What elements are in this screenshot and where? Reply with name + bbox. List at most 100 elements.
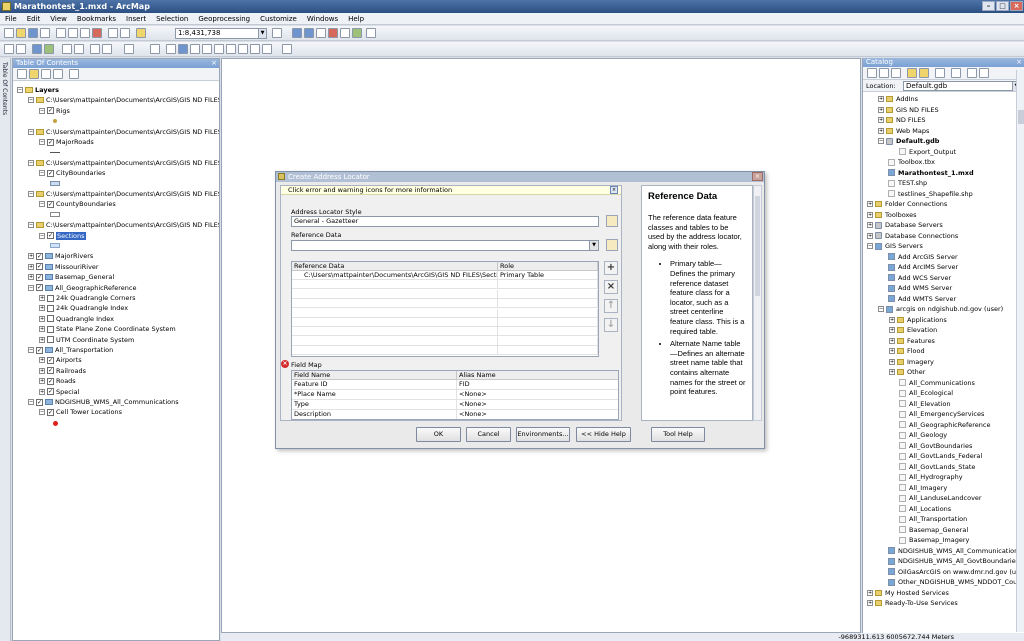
close-icon[interactable]: × — [1016, 58, 1022, 67]
catalog-item[interactable]: + Database Connections — [867, 231, 958, 241]
open-folder-icon[interactable] — [606, 239, 618, 251]
catalog-item[interactable]: Add WCS Server — [878, 273, 951, 283]
toc-row[interactable]: − C:\Users\mattpainter\Documents\ArcGIS\G… — [28, 127, 219, 137]
list-by-selection-icon[interactable] — [53, 69, 63, 79]
expand-toggle-icon[interactable]: + — [878, 127, 884, 134]
table-cell[interactable]: Primary Table — [498, 271, 598, 280]
table-cell[interactable] — [292, 280, 498, 290]
catalog-item[interactable]: OilGasArcGIS on www.dmr.nd.gov (use — [878, 567, 1023, 577]
expand-toggle-icon[interactable]: + — [39, 388, 45, 395]
expand-toggle-icon[interactable]: + — [39, 305, 45, 312]
layer-checkbox[interactable]: ✓ — [47, 138, 54, 146]
table-cell[interactable] — [292, 336, 498, 346]
expand-toggle-icon[interactable]: + — [39, 295, 45, 301]
layer-checkbox[interactable]: ✓ — [36, 398, 43, 406]
toc-row[interactable]: + ✓ Basemap_General — [28, 272, 114, 282]
catalog-item[interactable]: All_Transportation — [889, 514, 967, 524]
toc-row[interactable]: − C:\Users\mattpainter\Documents\ArcGIS\G… — [28, 158, 219, 168]
expand-toggle-icon[interactable]: + — [878, 117, 884, 123]
layer-label[interactable]: Cell Tower Locations — [56, 408, 122, 416]
layer-label[interactable]: C:\Users\mattpainter\Documents\ArcGIS\GI… — [46, 96, 219, 104]
map-scale-combo[interactable]: 1:8,431,738 ▼ — [175, 28, 267, 39]
close-icon[interactable]: × — [610, 186, 618, 194]
move-up-button[interactable]: ↑ — [604, 299, 618, 313]
environments-button[interactable]: Environments... — [516, 427, 570, 442]
search-window-icon[interactable] — [316, 28, 326, 38]
layer-label[interactable]: 24k Quadrangle Corners — [56, 294, 135, 302]
toc-row[interactable]: − ✓ Sections — [39, 231, 86, 241]
save-icon[interactable] — [28, 28, 38, 38]
open-icon[interactable] — [16, 28, 26, 38]
help-scrollbar[interactable] — [753, 185, 762, 421]
minimize-button[interactable]: – — [982, 1, 995, 11]
list-by-drawing-order-icon[interactable] — [17, 69, 27, 79]
layer-label[interactable]: CityBoundaries — [56, 169, 105, 177]
expand-toggle-icon[interactable]: − — [28, 399, 34, 405]
expand-toggle-icon[interactable]: + — [889, 348, 895, 354]
add-row-button[interactable]: + — [604, 261, 618, 275]
cancel-button[interactable]: Cancel — [466, 427, 511, 442]
back-extent-icon[interactable] — [90, 44, 100, 54]
modelbuilder-icon[interactable] — [352, 28, 362, 38]
location-combo[interactable]: Default.gdb ▼ — [903, 81, 1021, 91]
selected-layer-label[interactable]: Sections — [56, 231, 86, 240]
catalog-item[interactable]: testlines_Shapefile.shp — [878, 189, 973, 199]
toc-row[interactable]: − ✓ NDGISHUB_WMS_All_Communications — [28, 397, 179, 407]
zoom-in-icon[interactable] — [4, 44, 14, 54]
layer-checkbox[interactable] — [47, 315, 54, 323]
catalog-item[interactable]: Marathontest_1.mxd — [878, 168, 974, 178]
expand-toggle-icon[interactable]: − — [28, 347, 34, 353]
layer-label[interactable]: C:\Users\mattpainter\Documents\ArcGIS\GI… — [46, 190, 219, 198]
select-elements-icon[interactable] — [166, 44, 176, 54]
table-cell[interactable] — [292, 289, 498, 299]
catalog-item[interactable]: + Toolboxes — [867, 210, 917, 220]
expand-toggle-icon[interactable]: − — [39, 170, 45, 177]
layer-checkbox[interactable]: ✓ — [36, 252, 43, 260]
redo-icon[interactable] — [120, 28, 130, 38]
expand-toggle-icon[interactable]: + — [889, 316, 895, 323]
menu-edit[interactable]: Edit — [22, 13, 46, 25]
menu-insert[interactable]: Insert — [121, 13, 151, 25]
catalog-item[interactable]: + AddIns — [878, 94, 918, 104]
toc-row[interactable]: + ✓ Roads — [39, 376, 76, 386]
expand-toggle-icon[interactable]: + — [889, 369, 895, 375]
catalog-item[interactable]: + Folder Connections — [867, 199, 947, 209]
table-cell[interactable] — [292, 299, 498, 309]
open-folder-icon[interactable] — [606, 215, 618, 227]
layer-checkbox[interactable]: ✓ — [36, 263, 43, 271]
views-icon[interactable] — [951, 68, 961, 78]
arctoolbox-icon[interactable] — [328, 28, 338, 38]
layer-label[interactable]: MajorRivers — [55, 252, 93, 260]
up-one-level-icon[interactable] — [891, 68, 901, 78]
catalog-item[interactable]: + ND FILES — [878, 115, 925, 125]
catalog-item[interactable]: + My Hosted Services — [867, 588, 949, 598]
expand-toggle-icon[interactable]: − — [28, 222, 34, 229]
layer-label[interactable]: State Plane Zone Coordinate System — [56, 325, 176, 333]
layer-checkbox[interactable]: ✓ — [47, 408, 54, 416]
close-icon[interactable]: × — [211, 59, 217, 68]
menu-customize[interactable]: Customize — [255, 13, 302, 25]
clear-selection-icon[interactable] — [150, 44, 160, 54]
catalog-item[interactable]: Toolbox.tbx — [878, 157, 935, 167]
layer-checkbox[interactable]: ✓ — [47, 356, 54, 364]
identify-icon[interactable] — [178, 44, 188, 54]
catalog-item[interactable]: All_Elevation — [889, 399, 951, 409]
options-icon[interactable] — [979, 68, 989, 78]
table-cell[interactable] — [498, 308, 598, 318]
layer-label[interactable]: Railroads — [56, 367, 86, 375]
expand-toggle-icon[interactable]: + — [867, 222, 873, 228]
find-icon[interactable] — [190, 44, 200, 54]
find-route-icon[interactable] — [202, 44, 212, 54]
create-viewer-icon[interactable] — [282, 44, 292, 54]
scrollbar-thumb[interactable] — [1018, 110, 1024, 124]
paste-icon[interactable] — [80, 28, 90, 38]
catalog-item[interactable]: Export_Output — [889, 147, 956, 157]
editor-toolbar-icon[interactable] — [272, 28, 282, 38]
toc-row[interactable]: − Layers — [17, 85, 59, 95]
expand-toggle-icon[interactable]: + — [878, 106, 884, 113]
expand-toggle-icon[interactable]: + — [889, 327, 895, 333]
layer-checkbox[interactable] — [47, 294, 54, 302]
layer-label[interactable]: MajorRoads — [56, 138, 94, 146]
toc-options-icon[interactable] — [69, 69, 79, 79]
toc-row[interactable]: +24k Quadrangle Index — [39, 303, 128, 313]
